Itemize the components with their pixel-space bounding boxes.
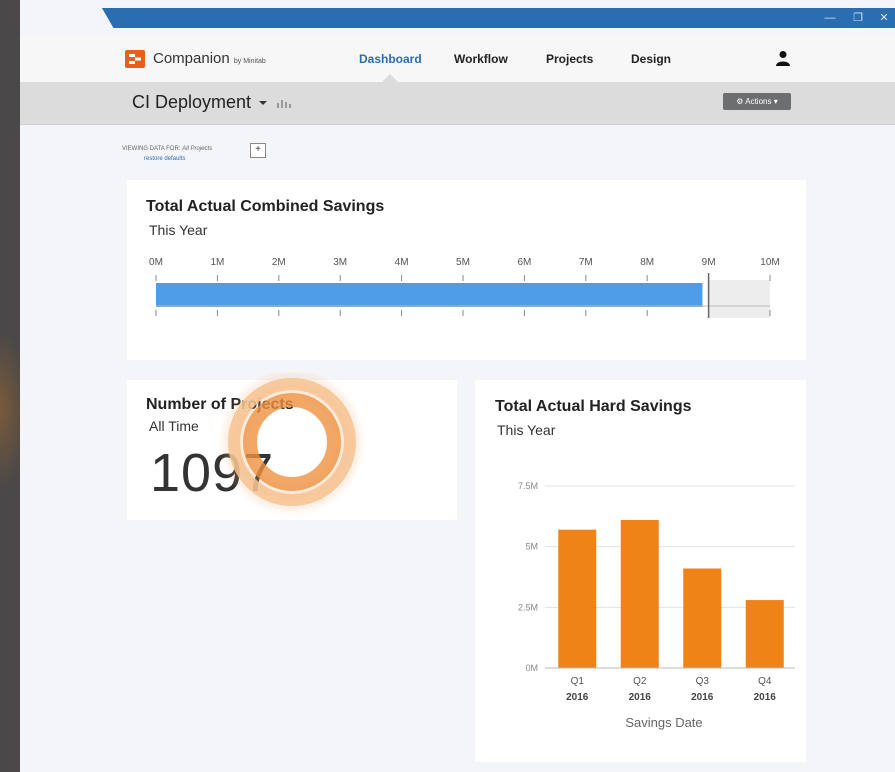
- restore-icon[interactable]: ❐: [846, 8, 870, 28]
- hard-savings-card: Total Actual Hard Savings This Year 0M 2.…: [475, 380, 806, 762]
- tick-label-5M: 5M: [456, 257, 470, 268]
- combined-savings-bar: [156, 283, 703, 307]
- tick-label-8M: 8M: [640, 257, 654, 268]
- tick-label-7M: 7M: [579, 257, 593, 268]
- x-tick-year-label: 2016: [566, 692, 589, 703]
- actions-label: Actions: [745, 97, 772, 106]
- x-tick-label: Q1: [571, 676, 585, 687]
- brand-name[interactable]: Companion by Minitab: [153, 50, 266, 67]
- brand-by-label: by Minitab: [233, 58, 266, 65]
- companion-logo-icon[interactable]: [125, 50, 145, 68]
- nav-workflow[interactable]: Workflow: [454, 52, 508, 66]
- nav-projects[interactable]: Projects: [546, 52, 593, 66]
- y-tick-label: 0M: [525, 663, 538, 673]
- x-tick-year-label: 2016: [691, 692, 714, 703]
- y-tick-label: 2.5M: [518, 602, 538, 612]
- combined-savings-card: Total Actual Combined Savings This Year …: [127, 180, 806, 360]
- chevron-down-icon[interactable]: [259, 101, 267, 105]
- bar-q1: [558, 529, 597, 668]
- title-bar-strip: [98, 8, 895, 28]
- y-tick-label: 5M: [525, 542, 538, 552]
- bar-chart-icon[interactable]: [276, 98, 292, 108]
- x-axis-title: Savings Date: [625, 715, 702, 730]
- minimize-icon[interactable]: —: [818, 8, 842, 28]
- tick-label-0M: 0M: [149, 257, 163, 268]
- actions-button[interactable]: ⚙ Actions ▾: [723, 93, 791, 110]
- x-tick-year-label: 2016: [754, 692, 777, 703]
- bar-q4: [745, 600, 784, 668]
- gear-icon: ⚙: [736, 97, 744, 106]
- title-bar: — ❐ ✕: [20, 0, 895, 36]
- tick-label-3M: 3M: [333, 257, 347, 268]
- tick-label-1M: 1M: [210, 257, 224, 268]
- page-title[interactable]: CI Deployment: [132, 92, 251, 113]
- tick-label-4M: 4M: [395, 257, 409, 268]
- brand-label: Companion: [153, 50, 230, 67]
- top-navigation: Companion by Minitab Dashboard Workflow …: [20, 36, 895, 83]
- tick-label-6M: 6M: [517, 257, 531, 268]
- active-nav-indicator: [382, 74, 398, 82]
- y-tick-label: 7.5M: [518, 481, 538, 491]
- projects-subtitle: All Time: [149, 418, 199, 434]
- tick-label-2M: 2M: [272, 257, 286, 268]
- user-account-icon[interactable]: [776, 50, 790, 66]
- click-indicator-icon: [218, 372, 366, 516]
- add-filter-button[interactable]: +: [250, 143, 266, 158]
- hard-savings-chart: 0M 2.5M 5M 7.5M Q1 2016 Q2 2016 Q3 2016 Q4 2016 Savi…: [518, 481, 795, 730]
- bar-q3: [683, 568, 722, 668]
- nav-dashboard[interactable]: Dashboard: [359, 52, 422, 66]
- tick-label-9M: 9M: [702, 257, 716, 268]
- restore-defaults-link[interactable]: restore defaults: [144, 156, 185, 162]
- close-icon[interactable]: ✕: [872, 8, 895, 28]
- bar-q2: [620, 519, 659, 668]
- browser-tab[interactable]: [20, 8, 98, 36]
- x-tick-label: Q3: [696, 676, 710, 687]
- x-tick-year-label: 2016: [629, 692, 652, 703]
- viewing-label: VIEWING DATA FOR:: [122, 146, 181, 152]
- viewing-value: All Projects: [182, 146, 213, 152]
- tick-label-10M: 10M: [760, 257, 779, 268]
- page-header: CI Deployment ⚙ Actions ▾: [20, 82, 895, 125]
- viewing-data-for: VIEWING DATA FOR: All Projects: [122, 146, 212, 152]
- combined-savings-chart: 0M 1M 2M 3M 4M 5M 6M 7M 8M 9M 10M: [149, 257, 780, 318]
- app-window: — ❐ ✕ Companion by Minitab Dashboard Wor…: [20, 0, 895, 772]
- target-remaining-area: [708, 280, 770, 318]
- x-tick-label: Q4: [758, 676, 772, 687]
- x-tick-label: Q2: [633, 676, 647, 687]
- nav-design[interactable]: Design: [631, 52, 671, 66]
- caret-down-icon: ▾: [773, 97, 778, 106]
